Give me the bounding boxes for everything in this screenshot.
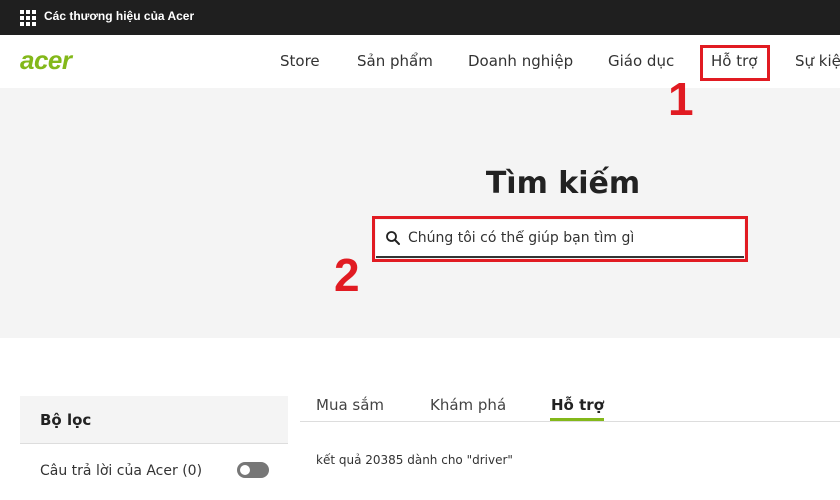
result-tabs: Mua sắm Khám phá Hỗ trợ xyxy=(300,394,840,422)
tab-shopping[interactable]: Mua sắm xyxy=(316,396,384,414)
annotation-number-1: 1 xyxy=(668,73,694,125)
annotation-box-support xyxy=(700,45,770,81)
nav-business[interactable]: Doanh nghiệp xyxy=(468,52,573,70)
nav-products[interactable]: Sản phẩm xyxy=(357,52,433,70)
nav-education[interactable]: Giáo dục xyxy=(608,52,674,70)
acer-logo[interactable]: acer xyxy=(20,45,72,76)
search-hero xyxy=(0,88,840,338)
tab-support[interactable]: Hỗ trợ xyxy=(551,396,604,414)
search-title: Tìm kiếm xyxy=(485,166,641,201)
grid-icon[interactable] xyxy=(20,10,36,26)
filter-panel: Bộ lọc Câu trả lời của Acer (0) xyxy=(20,396,288,500)
active-tab-indicator xyxy=(550,418,604,421)
filter-title: Bộ lọc xyxy=(40,411,92,429)
brands-bar: Các thương hiệu của Acer xyxy=(0,0,840,35)
acer-answers-toggle[interactable] xyxy=(237,462,269,478)
toggle-knob xyxy=(240,465,250,475)
nav-events[interactable]: Sự kiệ xyxy=(795,52,840,70)
brands-link[interactable]: Các thương hiệu của Acer xyxy=(44,9,194,23)
tab-explore[interactable]: Khám phá xyxy=(430,396,506,414)
filter-header: Bộ lọc xyxy=(20,396,288,444)
nav-store[interactable]: Store xyxy=(280,52,320,70)
annotation-box-search xyxy=(372,216,748,262)
filter-acer-answers-label: Câu trả lời của Acer (0) xyxy=(40,463,203,479)
annotation-number-2: 2 xyxy=(334,249,360,301)
results-count: kết quả 20385 dành cho "driver" xyxy=(316,453,513,467)
